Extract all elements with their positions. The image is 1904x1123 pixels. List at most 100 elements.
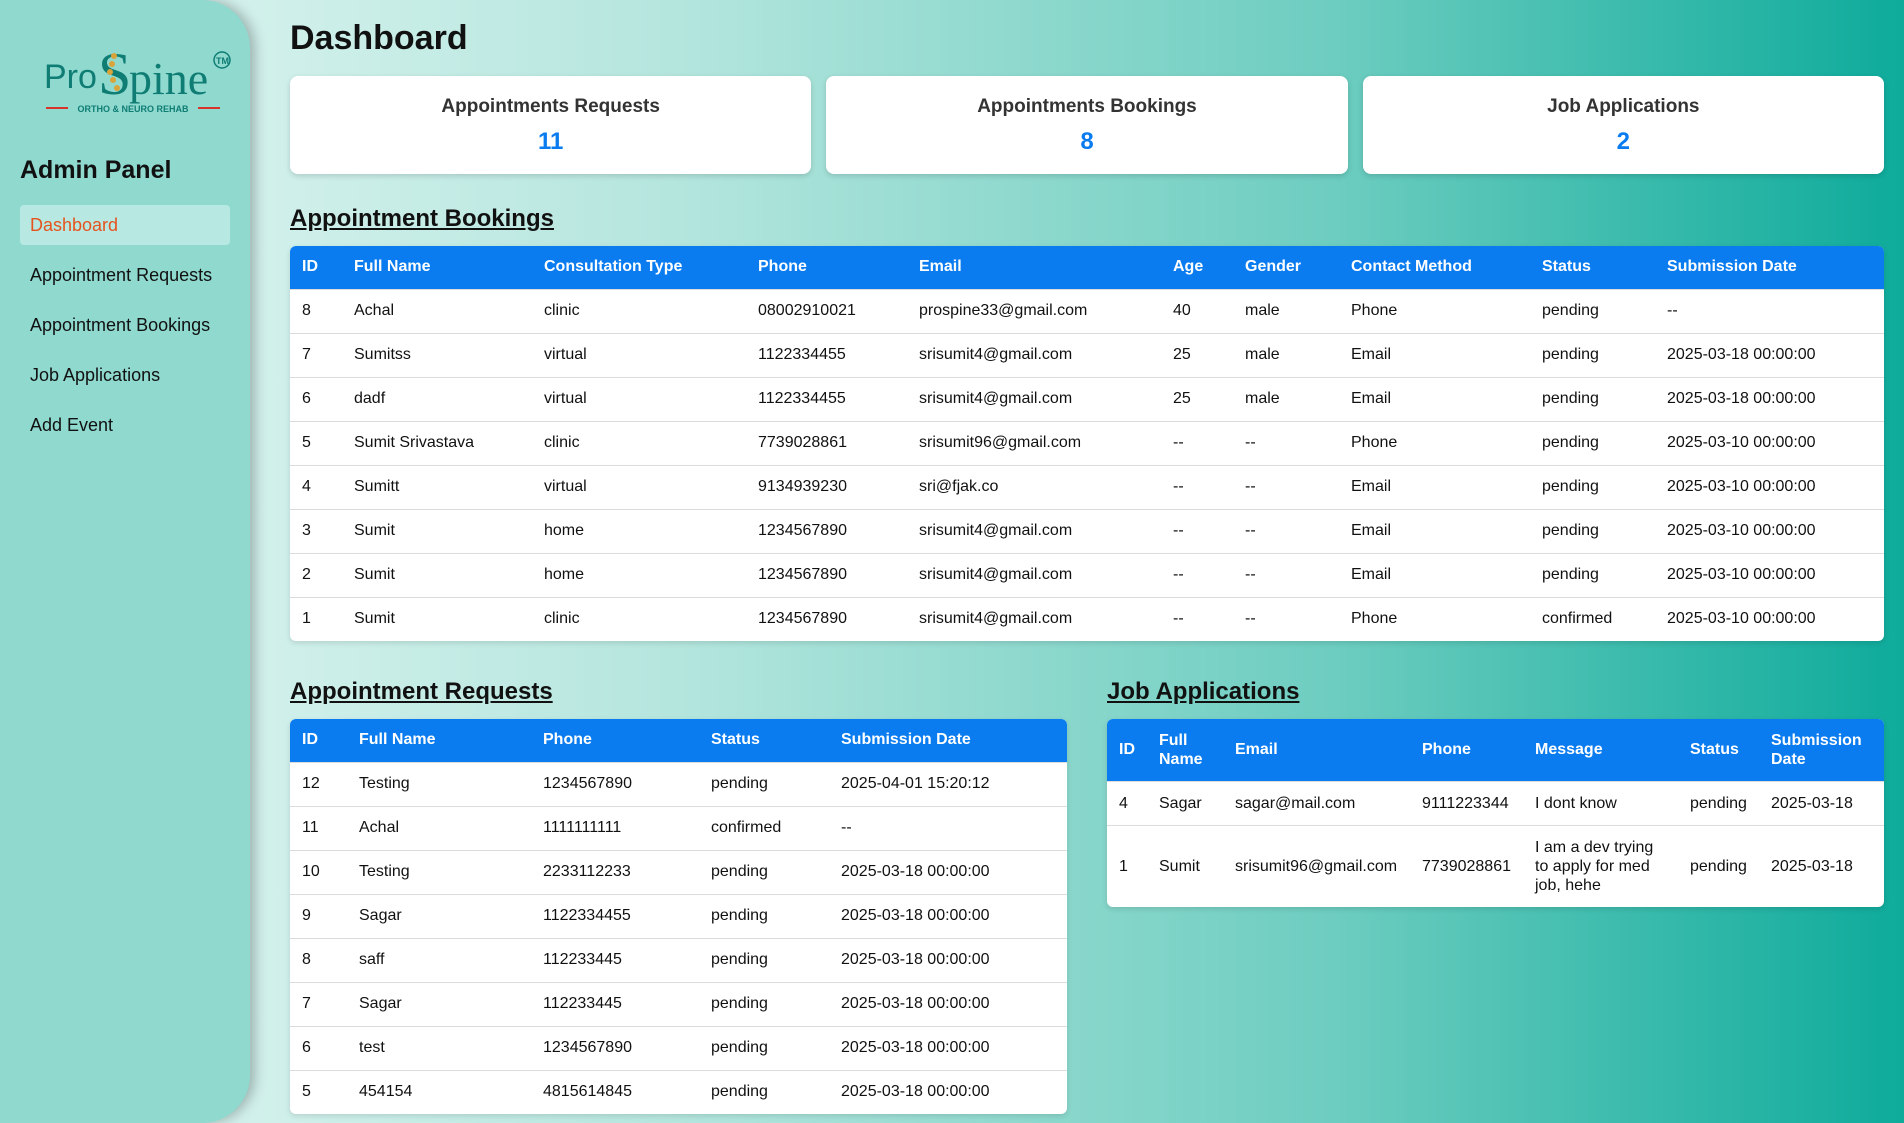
table-cell: male [1233,332,1339,377]
table-row[interactable]: 6 dadf virtual 1122334455 srisumit4@gmail.co… [290,376,1884,421]
table-cell: -- [1233,508,1339,553]
column-header: Contact Method [1339,246,1530,289]
sidebar-item-add-event[interactable]: Add Event [20,405,230,445]
column-header: Status [1678,719,1759,781]
table-cell: 2233112233 [531,849,699,894]
table-row[interactable]: 3 Sumit home 1234567890 srisumit4@gmail.com -… [290,508,1884,553]
column-header: Email [907,246,1161,289]
table-cell: -- [1233,596,1339,641]
column-header: Submission Date [1655,246,1884,289]
table-cell: 2025-03-10 00:00:00 [1655,552,1884,597]
table-cell: 1122334455 [746,376,907,421]
table-row[interactable]: 8 Achal clinic 08002910021 prospine33@gmail.… [290,288,1884,333]
table-cell: 1122334455 [531,893,699,938]
stat-card-count: 11 [537,128,564,155]
table-cell: 8 [290,288,342,333]
table-cell: 25 [1161,376,1233,421]
table-cell: pending [1530,464,1655,509]
table-cell: 1234567890 [531,761,699,806]
prospine-logo[interactable]: Pro S pine TM ORTHO & NEURO REHAB [34,36,244,118]
table-cell: 40 [1161,288,1233,333]
table-cell: Achal [347,805,531,850]
table-cell: -- [1161,552,1233,597]
requests-table: ID Full Name Phone Status Submission Date 12 T… [290,719,1067,1114]
table-cell: srisumit4@gmail.com [907,508,1161,553]
table-cell: pending [1530,508,1655,553]
table-cell: I dont know [1523,780,1678,825]
table-row[interactable]: 12 Testing 1234567890 pending 2025-04-01 15:… [290,761,1067,806]
table-cell: 2025-03-18 00:00:00 [829,1025,1067,1070]
table-row[interactable]: 9 Sagar 1122334455 pending 2025-03-18 00:00:… [290,893,1067,938]
column-header: Age [1161,246,1233,289]
trademark-text: TM [216,56,229,66]
table-cell: pending [699,849,829,894]
column-header: Message [1523,719,1678,781]
table-cell: Email [1339,464,1530,509]
stat-card: Job Applications 2 [1362,76,1884,174]
table-cell: Sagar [347,981,531,1026]
table-row[interactable]: 5 Sumit Srivastava clinic 7739028861 srisumi… [290,420,1884,465]
sidebar-item-appointment-bookings[interactable]: Appointment Bookings [20,305,230,345]
table-row[interactable]: 1 Sumit srisumit96@gmail.com 7739028861 I am… [1107,824,1884,907]
table-cell: 2025-03-18 00:00:00 [829,937,1067,982]
column-header: ID [1107,719,1147,781]
table-cell: -- [1161,508,1233,553]
stat-cards: Appointments Requests 11 Appointments Book… [290,76,1884,174]
table-cell: srisumit4@gmail.com [907,552,1161,597]
table-cell: Sumit [342,552,532,597]
table-row[interactable]: 5 454154 4815614845 pending 2025-03-18 00:00… [290,1069,1067,1114]
table-cell: 4 [1107,780,1147,825]
table-cell: srisumit4@gmail.com [907,596,1161,641]
table-cell: 1 [290,596,342,641]
logo-tagline: ORTHO & NEURO REHAB [77,104,189,114]
table-row[interactable]: 2 Sumit home 1234567890 srisumit4@gmail.com -… [290,552,1884,597]
table-cell: 4 [290,464,342,509]
table-cell: -- [1233,464,1339,509]
table-cell: saff [347,937,531,982]
table-cell: 2 [290,552,342,597]
admin-panel-title: Admin Panel [20,156,172,184]
table-row[interactable]: 4 Sagar sagar@mail.com 9111223344 I dont kno… [1107,780,1884,825]
table-cell: 10 [290,849,347,894]
table-cell: Sagar [1147,780,1223,825]
stat-card: Appointments Requests 11 [290,76,812,174]
table-row[interactable]: 11 Achal 1111111111 confirmed -- [290,805,1067,850]
table-cell: 7 [290,332,342,377]
table-cell: 6 [290,1025,347,1070]
table-cell: Sagar [347,893,531,938]
column-header: Phone [531,719,699,762]
table-cell: virtual [532,332,746,377]
table-cell: Sumitt [342,464,532,509]
stat-card-title: Appointments Requests [441,96,660,117]
bookings-table: ID Full Name Consultation Type Phone Email Ag… [290,246,1884,641]
stat-card-count: 2 [1616,128,1630,155]
table-cell: Phone [1339,596,1530,641]
page-title: Dashboard [290,19,468,57]
table-cell: 5 [290,420,342,465]
table-row[interactable]: 1 Sumit clinic 1234567890 srisumit4@gmail.co… [290,596,1884,641]
stat-card: Appointments Bookings 8 [826,76,1348,174]
table-cell: Email [1339,376,1530,421]
table-cell: 8 [290,937,347,982]
table-cell: srisumit96@gmail.com [907,420,1161,465]
sidebar-item-job-applications[interactable]: Job Applications [20,355,230,395]
table-cell: virtual [532,376,746,421]
table-cell: 5 [290,1069,347,1114]
table-cell: -- [1655,288,1884,333]
table-cell: pending [1678,824,1759,907]
table-cell: pending [699,1025,829,1070]
table-row[interactable]: 4 Sumitt virtual 9134939230 sri@fjak.co -- -- E… [290,464,1884,509]
table-row[interactable]: 6 test 1234567890 pending 2025-03-18 00:00:0… [290,1025,1067,1070]
table-cell: 3 [290,508,342,553]
table-row[interactable]: 7 Sumitss virtual 1122334455 srisumit4@gmail… [290,332,1884,377]
column-header: ID [290,719,347,762]
column-header: Full Name [347,719,531,762]
table-cell: 08002910021 [746,288,907,333]
table-row[interactable]: 7 Sagar 112233445 pending 2025-03-18 00:00:0… [290,981,1067,1026]
table-cell: -- [1161,464,1233,509]
table-row[interactable]: 10 Testing 2233112233 pending 2025-03-18 00:… [290,849,1067,894]
table-cell: srisumit4@gmail.com [907,332,1161,377]
sidebar-item-dashboard[interactable]: Dashboard [20,205,230,245]
sidebar-item-appointment-requests[interactable]: Appointment Requests [20,255,230,295]
table-row[interactable]: 8 saff 112233445 pending 2025-03-18 00:00:00 [290,937,1067,982]
